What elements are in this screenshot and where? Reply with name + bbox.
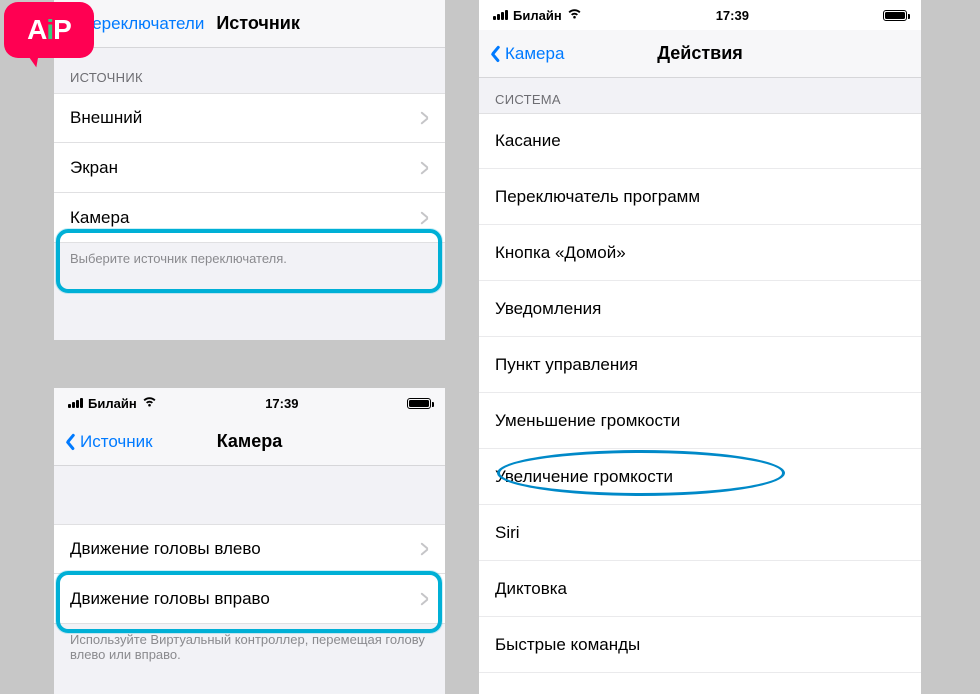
logo-text: AiP: [27, 14, 71, 46]
actions-list: Касание Переключатель программ Кнопка «Д…: [479, 113, 921, 673]
row-label: Уведомления: [495, 299, 601, 319]
nav-title: Камера: [217, 431, 283, 452]
time: 17:39: [716, 8, 749, 23]
battery-icon: [407, 398, 431, 409]
status-right: [883, 10, 907, 21]
row-shortcuts[interactable]: Быстрые команды: [479, 617, 921, 673]
row-label: Siri: [495, 523, 520, 543]
carrier: Билайн: [513, 8, 562, 23]
row-external[interactable]: Внешний: [54, 93, 445, 143]
row-camera[interactable]: Камера: [54, 193, 445, 243]
wifi-icon: [567, 8, 582, 22]
chevron-left-icon: [64, 433, 76, 451]
section-header: ИСТОЧНИК: [54, 48, 445, 93]
back-source[interactable]: Источник: [64, 432, 153, 452]
row-dictation[interactable]: Диктовка: [479, 561, 921, 617]
time: 17:39: [265, 396, 298, 411]
nav-title: Источник: [216, 13, 299, 34]
row-label: Пункт управления: [495, 355, 638, 375]
nav-bar: Переключатели Источник: [54, 0, 445, 48]
signal-icon: [68, 398, 83, 408]
row-label: Движение головы вправо: [70, 589, 270, 609]
row-head-right[interactable]: Движение головы вправо: [54, 574, 445, 624]
row-label: Экран: [70, 158, 118, 178]
chevron-right-icon: [420, 542, 429, 556]
row-volume-up[interactable]: Увеличение громкости: [479, 449, 921, 505]
wifi-icon: [142, 396, 157, 410]
chevron-right-icon: [420, 211, 429, 225]
footer-note: Выберите источник переключателя.: [54, 243, 445, 282]
row-label: Переключатель программ: [495, 187, 700, 207]
status-bar: Билайн 17:39: [54, 388, 445, 418]
section-header: СИСТЕМА: [479, 78, 921, 113]
panel-source: Переключатели Источник ИСТОЧНИК Внешний …: [54, 0, 445, 340]
row-control-center[interactable]: Пункт управления: [479, 337, 921, 393]
row-head-left[interactable]: Движение головы влево: [54, 524, 445, 574]
chevron-right-icon: [420, 592, 429, 606]
row-label: Внешний: [70, 108, 142, 128]
chevron-right-icon: [420, 161, 429, 175]
row-label: Касание: [495, 131, 561, 151]
signal-icon: [493, 10, 508, 20]
back-label: Камера: [505, 44, 564, 64]
status-left: Билайн: [493, 8, 582, 23]
row-tap[interactable]: Касание: [479, 113, 921, 169]
row-volume-down[interactable]: Уменьшение громкости: [479, 393, 921, 449]
chevron-left-icon: [489, 45, 501, 63]
nav-title: Действия: [657, 43, 743, 64]
row-label: Быстрые команды: [495, 635, 640, 655]
row-label: Уменьшение громкости: [495, 411, 680, 431]
row-siri[interactable]: Siri: [479, 505, 921, 561]
row-app-switcher[interactable]: Переключатель программ: [479, 169, 921, 225]
row-label: Движение головы влево: [70, 539, 261, 559]
panel-actions: Билайн 17:39 Камера Действия СИСТЕМА Кас…: [479, 0, 921, 694]
nav-bar: Камера Действия: [479, 30, 921, 78]
chevron-right-icon: [420, 111, 429, 125]
camera-list: Движение головы влево Движение головы вп…: [54, 524, 445, 624]
row-screen[interactable]: Экран: [54, 143, 445, 193]
row-home[interactable]: Кнопка «Домой»: [479, 225, 921, 281]
status-right: [407, 398, 431, 409]
back-label: Источник: [80, 432, 153, 452]
row-label: Увеличение громкости: [495, 467, 673, 487]
row-notifications[interactable]: Уведомления: [479, 281, 921, 337]
row-label: Кнопка «Домой»: [495, 243, 626, 263]
source-list: Внешний Экран Камера: [54, 93, 445, 243]
back-camera[interactable]: Камера: [489, 44, 564, 64]
carrier: Билайн: [88, 396, 137, 411]
back-label: Переключатели: [80, 14, 204, 34]
status-left: Билайн: [68, 396, 157, 411]
nav-bar: Источник Камера: [54, 418, 445, 466]
battery-icon: [883, 10, 907, 21]
footer-note: Используйте Виртуальный контроллер, пере…: [54, 624, 445, 678]
panel-camera: Билайн 17:39 Источник Камера Движение го…: [54, 388, 445, 694]
row-label: Диктовка: [495, 579, 567, 599]
aip-logo: AiP: [4, 2, 94, 58]
row-label: Камера: [70, 208, 129, 228]
status-bar: Билайн 17:39: [479, 0, 921, 30]
